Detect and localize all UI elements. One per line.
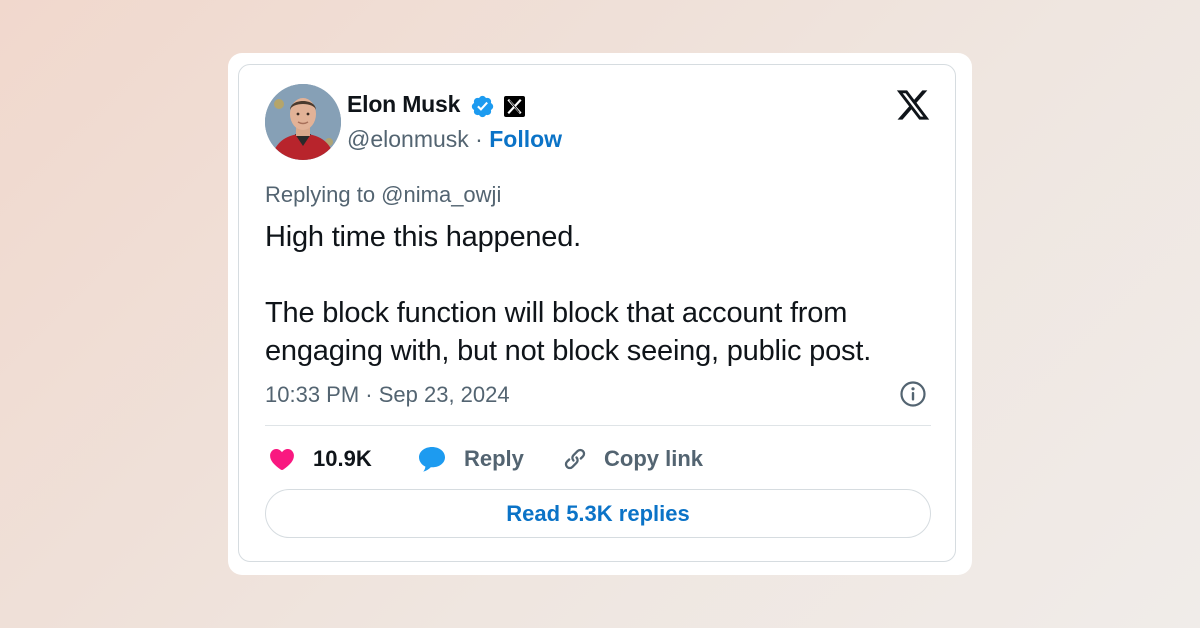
avatar[interactable] [265, 84, 341, 160]
replying-to: Replying to @nima_owji [265, 182, 502, 207]
copy-link-button[interactable]: Copy link [561, 442, 703, 476]
tweet-text-line: The block function will block that accou… [265, 297, 872, 367]
follow-link[interactable]: Follow [489, 126, 562, 152]
tweet-timestamp[interactable]: 10:33 PM · Sep 23, 2024 [265, 382, 510, 408]
heart-icon [270, 449, 294, 471]
speech-bubble-icon [419, 447, 445, 472]
x-affiliation-icon [504, 96, 525, 117]
tweet-card: Elon Musk @elonmusk · Follow Replying to… [238, 64, 956, 562]
read-replies-button[interactable]: Read 5.3K replies [265, 489, 931, 538]
tweet-text-line: High time this happened. [265, 221, 582, 253]
like-button[interactable]: 10.9K [269, 442, 372, 476]
divider [265, 425, 931, 426]
author-display-name[interactable]: Elon Musk [347, 91, 460, 118]
x-logo-icon[interactable] [895, 87, 931, 123]
like-count: 10.9K [313, 446, 372, 471]
reply-label: Reply [464, 446, 524, 471]
author-handle[interactable]: @elonmusk [347, 126, 469, 152]
author-handle-row: @elonmusk · Follow [347, 126, 562, 153]
link-icon [564, 448, 586, 470]
reply-button[interactable]: Reply [417, 442, 524, 476]
verified-badge-icon [471, 95, 494, 118]
handle-separator: · [468, 126, 490, 152]
copy-link-label: Copy link [604, 446, 704, 471]
tweet-text: High time this happened. The block funct… [265, 218, 935, 370]
info-icon[interactable] [899, 380, 927, 408]
